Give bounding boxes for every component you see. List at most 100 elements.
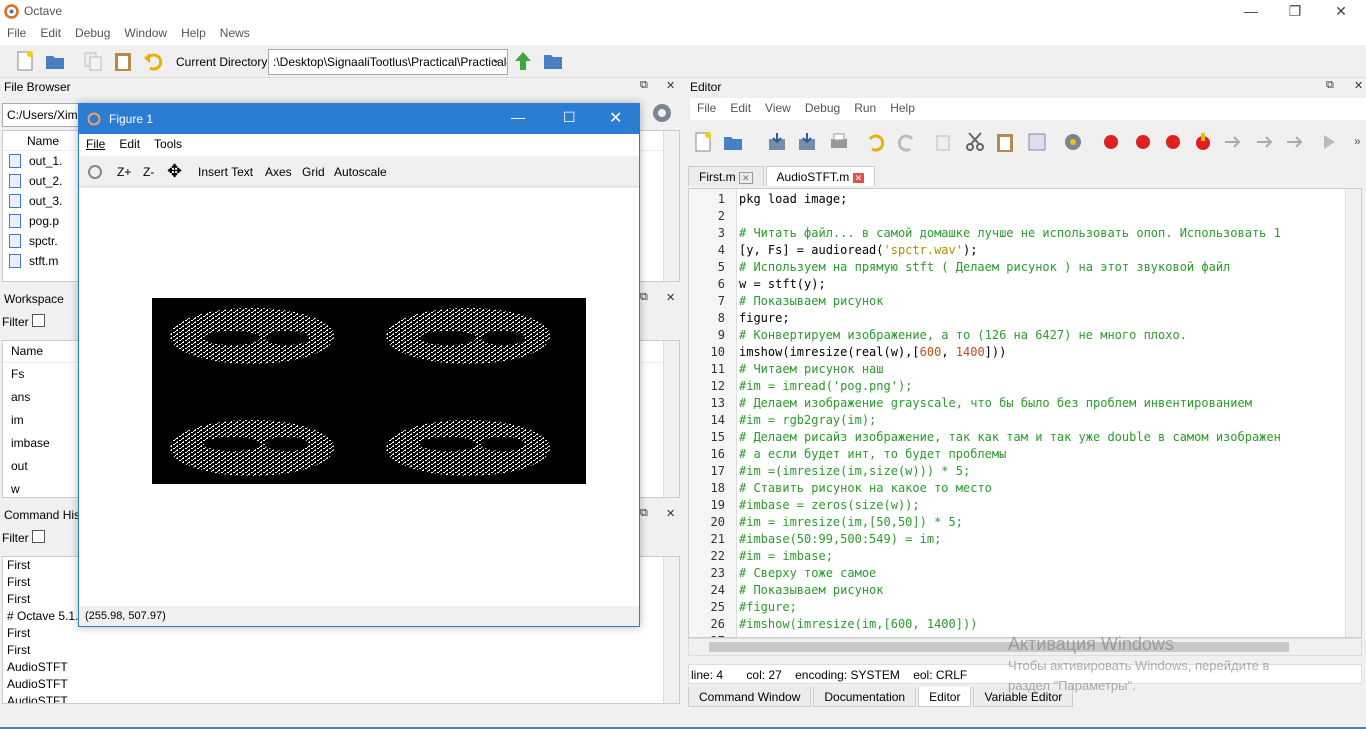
variable-list-scrollbar[interactable] bbox=[663, 341, 679, 497]
code-line[interactable]: 10 imshow(imresize(real(w),[600, 1400])) bbox=[689, 344, 1281, 361]
cut-icon[interactable] bbox=[964, 131, 986, 153]
code-line[interactable]: 6 w = stft(y); bbox=[689, 276, 1281, 293]
step-out-icon[interactable] bbox=[1284, 131, 1306, 153]
zoom-in-button[interactable]: Z+ bbox=[117, 165, 131, 179]
code-line[interactable]: 22 #im = imbase; bbox=[689, 548, 1281, 565]
code-line[interactable]: 17 #im =(imresize(im,size(w))) * 5; bbox=[689, 463, 1281, 480]
new-file-icon[interactable] bbox=[14, 50, 36, 72]
menu-edit[interactable]: Edit bbox=[33, 23, 68, 43]
history-item[interactable]: First bbox=[3, 625, 679, 642]
figure-menu-tools[interactable]: Tools bbox=[147, 134, 189, 154]
close-tab-icon[interactable]: ✕ bbox=[739, 172, 753, 184]
editor-menu-edit[interactable]: Edit bbox=[723, 98, 758, 118]
up-arrow-icon[interactable] bbox=[512, 50, 534, 72]
prev-breakpoint-icon[interactable] bbox=[1162, 131, 1184, 153]
filter-checkbox[interactable] bbox=[32, 530, 45, 543]
tab-documentation[interactable]: Documentation bbox=[813, 687, 917, 707]
undock-icon[interactable]: ⧉ bbox=[640, 291, 648, 304]
file-list-scrollbar[interactable] bbox=[663, 131, 679, 281]
close-tab-icon[interactable]: ✕ bbox=[852, 173, 865, 183]
minimize-button[interactable]: — bbox=[1228, 0, 1274, 23]
history-item[interactable]: AudioSTFT bbox=[3, 693, 679, 703]
tab-command-window[interactable]: Command Window bbox=[688, 687, 812, 707]
code-line[interactable]: 15 # Делаем рисайз изображение, так как т… bbox=[689, 429, 1281, 446]
step-in-icon[interactable] bbox=[1254, 131, 1276, 153]
tab-audiostft-m[interactable]: AudioSTFT.m ✕ bbox=[765, 166, 876, 186]
code-line[interactable]: 24 # Показываем рисунок bbox=[689, 582, 1281, 599]
menu-window[interactable]: Window bbox=[117, 23, 174, 43]
code-line[interactable]: 8 figure; bbox=[689, 310, 1281, 327]
history-item[interactable]: AudioSTFT bbox=[3, 659, 679, 676]
run-icon[interactable] bbox=[1318, 131, 1340, 153]
undock-icon[interactable]: ⧉ bbox=[640, 507, 648, 520]
axes-button[interactable]: Axes bbox=[265, 165, 292, 179]
menu-help[interactable]: Help bbox=[174, 23, 213, 43]
close-panel-icon[interactable]: ✕ bbox=[1354, 79, 1363, 92]
copy-icon[interactable] bbox=[932, 131, 954, 153]
zoom-out-button[interactable]: Z- bbox=[143, 165, 154, 179]
code-line[interactable]: 18 # Ставить рисунок на какое то место bbox=[689, 480, 1281, 497]
tab-editor[interactable]: Editor bbox=[918, 687, 972, 707]
redo-icon[interactable] bbox=[896, 131, 918, 153]
code-line[interactable]: 25 #figure; bbox=[689, 599, 1281, 616]
tab-first-m[interactable]: First.m ✕ bbox=[688, 166, 764, 186]
code-line[interactable]: 19 #imbase = zeros(size(w)); bbox=[689, 497, 1281, 514]
paste-icon[interactable] bbox=[112, 50, 134, 72]
undo-icon[interactable] bbox=[864, 131, 886, 153]
code-line[interactable]: 26 #imshow(imresize(im,[600, 1400])) bbox=[689, 616, 1281, 633]
editor-menu-debug[interactable]: Debug bbox=[798, 98, 847, 118]
breakpoint-icon[interactable] bbox=[1100, 131, 1122, 153]
code-line[interactable]: 5 # Используем на прямую stft ( Делаем ри… bbox=[689, 259, 1281, 276]
more-tools-icon[interactable]: » bbox=[1354, 134, 1361, 148]
close-button[interactable]: ✕ bbox=[1318, 0, 1364, 23]
gear-icon[interactable] bbox=[650, 101, 674, 125]
hscroll-thumb[interactable] bbox=[709, 642, 1289, 652]
save-icon[interactable] bbox=[766, 131, 788, 153]
open-folder-icon[interactable] bbox=[44, 50, 66, 72]
menu-news[interactable]: News bbox=[213, 23, 257, 43]
code-scrollbar[interactable] bbox=[1345, 189, 1361, 637]
insert-text-button[interactable]: Insert Text bbox=[198, 165, 253, 179]
figure-menu-edit[interactable]: Edit bbox=[112, 134, 147, 154]
code-line[interactable]: 3 # Читать файл... в самой домашке лучше … bbox=[689, 225, 1281, 242]
menu-debug[interactable]: Debug bbox=[68, 23, 117, 43]
code-line[interactable]: 11 # Читаем рисунок наш bbox=[689, 361, 1281, 378]
find-icon[interactable] bbox=[1026, 131, 1048, 153]
clear-breakpoints-icon[interactable] bbox=[1192, 131, 1214, 153]
new-file-icon[interactable] bbox=[692, 131, 714, 153]
editor-menu-run[interactable]: Run bbox=[847, 98, 883, 118]
settings-gear-icon[interactable] bbox=[1062, 131, 1084, 153]
copy-icon[interactable] bbox=[82, 50, 104, 72]
code-line[interactable]: 9 # Конвертируем изображение, а то (126 н… bbox=[689, 327, 1281, 344]
figure-minimize-button[interactable]: — bbox=[511, 109, 525, 125]
current-dir-input[interactable]: :\Desktop\SignaaliTootlus\Practical\Prac… bbox=[268, 49, 508, 75]
path-input[interactable]: C:/Users/Ximak bbox=[2, 103, 80, 127]
next-breakpoint-icon[interactable] bbox=[1132, 131, 1154, 153]
undo-icon[interactable] bbox=[142, 50, 164, 72]
code-line[interactable]: 13 # Делаем изображение grayscale, что бы… bbox=[689, 395, 1281, 412]
close-panel-icon[interactable]: ✕ bbox=[666, 291, 675, 304]
code-line[interactable]: 21 #imbase(50:99,500:549) = im; bbox=[689, 531, 1281, 548]
open-folder-icon[interactable] bbox=[722, 131, 744, 153]
grid-button[interactable]: Grid bbox=[302, 165, 325, 179]
code-line[interactable]: 16 # а если будет инт, то будет проблемы bbox=[689, 446, 1281, 463]
code-line[interactable]: 1 pkg load image; bbox=[689, 191, 1281, 208]
close-panel-icon[interactable]: ✕ bbox=[666, 507, 675, 520]
code-line[interactable]: 23 # Сверху тоже самое bbox=[689, 565, 1281, 582]
history-item[interactable]: First bbox=[3, 642, 679, 659]
save-as-icon[interactable] bbox=[796, 131, 818, 153]
figure-canvas[interactable] bbox=[79, 188, 639, 606]
autoscale-button[interactable]: Autoscale bbox=[334, 165, 387, 179]
step-icon[interactable] bbox=[1222, 131, 1244, 153]
chevron-down-icon[interactable]: ⌄ bbox=[492, 55, 500, 66]
print-icon[interactable] bbox=[828, 131, 850, 153]
figure-maximize-button[interactable]: ☐ bbox=[563, 109, 576, 126]
code-line[interactable]: 7 # Показываем рисунок bbox=[689, 293, 1281, 310]
editor-menu-view[interactable]: View bbox=[758, 98, 798, 118]
figure-menu-file[interactable]: File bbox=[79, 134, 112, 154]
code-line[interactable]: 4 [y, Fs] = audioread('spctr.wav'); bbox=[689, 242, 1281, 259]
restore-button[interactable]: ❐ bbox=[1272, 0, 1318, 23]
code-line[interactable]: 12 #im = imread('pog.png'); bbox=[689, 378, 1281, 395]
paste-icon[interactable] bbox=[994, 131, 1016, 153]
code-line[interactable]: 14 #im = rgb2gray(im); bbox=[689, 412, 1281, 429]
